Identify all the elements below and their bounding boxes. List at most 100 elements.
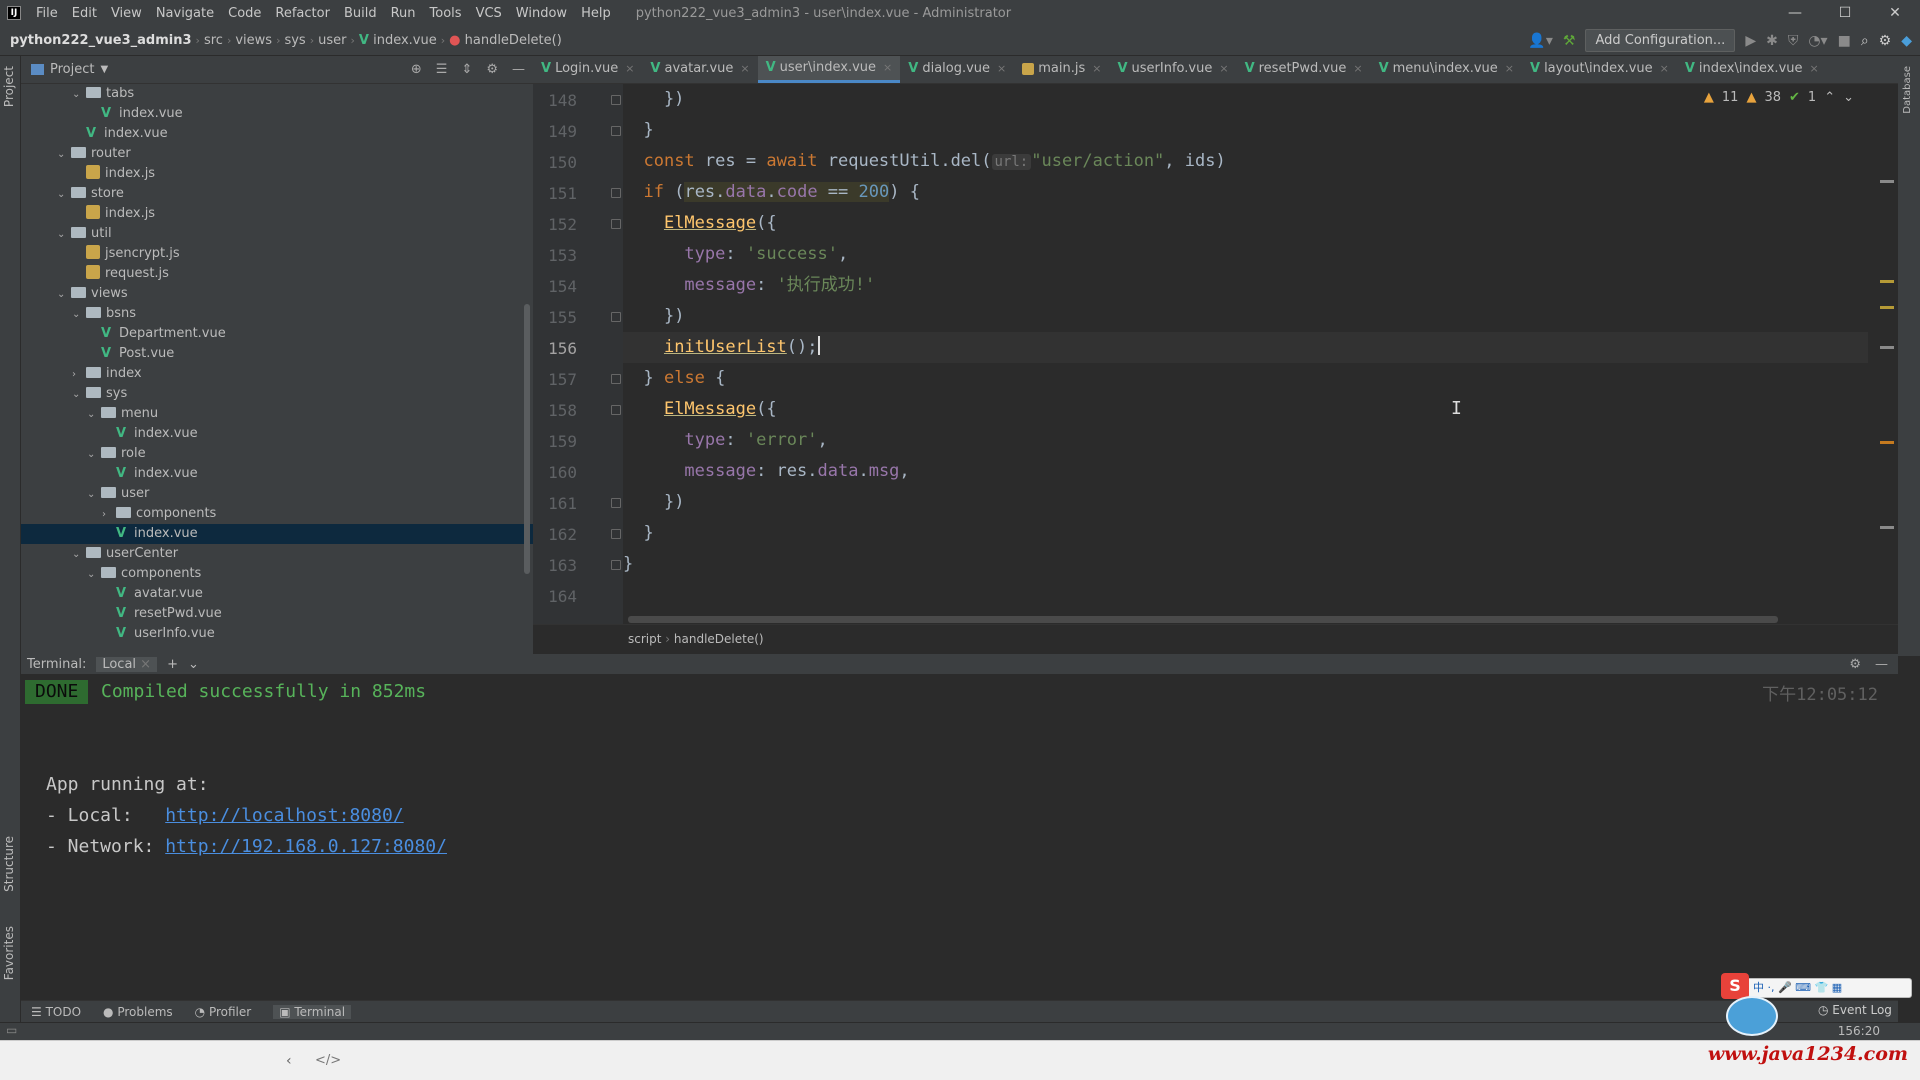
chevron-down-icon[interactable]: ⌄ — [72, 545, 86, 565]
editor-tab[interactable]: VresetPwd.vue × — [1237, 56, 1371, 83]
tree-item[interactable]: ⌄ store — [21, 184, 533, 204]
stop-icon[interactable]: ■ — [1838, 33, 1851, 49]
minimize-icon[interactable]: — — [1770, 0, 1820, 26]
code-view-icon[interactable]: </> — [315, 1053, 341, 1068]
menu-window[interactable]: Window — [509, 6, 574, 21]
fold-marker-icon[interactable] — [611, 95, 621, 105]
run-icon[interactable]: ▶ — [1745, 33, 1756, 49]
locate-icon[interactable]: ⊕ — [411, 62, 422, 77]
fold-marker-icon[interactable] — [611, 405, 621, 415]
gear-icon[interactable]: ⚙ — [1849, 657, 1861, 672]
chevron-down-icon[interactable]: ⌄ — [57, 145, 71, 165]
fold-marker-icon[interactable] — [611, 374, 621, 384]
favorites-tool-window-label[interactable]: Favorites — [2, 926, 16, 980]
profile-icon[interactable]: ◔▾ — [1808, 33, 1827, 49]
close-icon[interactable]: × — [997, 56, 1006, 83]
tree-item[interactable]: ⌄ components — [21, 564, 533, 584]
menu-tools[interactable]: Tools — [423, 6, 469, 21]
editor-tab[interactable]: Vlayout\index.vue × — [1522, 56, 1677, 83]
tree-item[interactable]: › components — [21, 504, 533, 524]
chevron-right-icon[interactable]: › — [72, 365, 86, 385]
code-area[interactable]: }) } const res = await requestUtil.del(u… — [623, 84, 1868, 624]
chevron-down-icon[interactable]: ⌄ — [72, 85, 86, 105]
editor-tab[interactable]: main.js × — [1014, 56, 1109, 83]
editor-tab[interactable]: Vuser\index.vue × — [757, 56, 901, 83]
tree-item[interactable]: ⌄ user — [21, 484, 533, 504]
database-tool-window-label[interactable]: Database — [1902, 66, 1913, 114]
chevron-down-icon[interactable]: ⌄ — [57, 225, 71, 245]
editor-tab[interactable]: V Login.vue × — [533, 56, 642, 83]
close-icon[interactable]: × — [1092, 56, 1101, 83]
breadcrumb-project[interactable]: python222_vue3_admin3 — [0, 33, 196, 48]
chevron-left-icon[interactable]: ‹ — [286, 1053, 292, 1069]
fold-marker-icon[interactable] — [611, 529, 621, 539]
tree-item[interactable]: ⌄ router — [21, 144, 533, 164]
scroll-marker[interactable] — [1880, 180, 1894, 183]
tab-profiler[interactable]: ◔ Profiler — [195, 1005, 252, 1019]
chevron-down-icon[interactable]: ⌄ — [87, 565, 101, 585]
gear-icon[interactable]: ⚙ — [486, 62, 498, 77]
network-url-link[interactable]: http://192.168.0.127:8080/ — [165, 836, 447, 857]
scroll-marker[interactable] — [1880, 306, 1894, 309]
close-icon[interactable]: × — [140, 657, 151, 672]
editor-tab[interactable]: Vavatar.vue × — [642, 56, 757, 83]
debug-icon[interactable]: ✱ — [1766, 33, 1778, 49]
chevron-down-icon[interactable]: ⌄ — [1843, 90, 1854, 105]
close-icon[interactable]: × — [625, 56, 634, 83]
editor-breadcrumb-method[interactable]: handleDelete() — [674, 632, 764, 646]
fold-marker-icon[interactable] — [611, 188, 621, 198]
tree-item[interactable]: VresetPwd.vue — [21, 604, 533, 624]
scroll-marker[interactable] — [1880, 526, 1894, 529]
event-log-button[interactable]: ◷ Event Log — [1818, 1003, 1892, 1017]
tree-item[interactable]: ⌄ menu — [21, 404, 533, 424]
menu-navigate[interactable]: Navigate — [149, 6, 221, 21]
tree-item[interactable]: ⌄ util — [21, 224, 533, 244]
close-icon[interactable]: ✕ — [1870, 0, 1920, 26]
search-icon[interactable]: ⌕ — [1861, 33, 1869, 49]
user-icon[interactable]: 👤▾ — [1528, 33, 1552, 49]
scroll-marker[interactable] — [1880, 441, 1894, 444]
tree-item[interactable]: ⌄ tabs — [21, 84, 533, 104]
editor-tab[interactable]: Vdialog.vue × — [900, 56, 1014, 83]
hide-icon[interactable]: — — [512, 62, 525, 77]
tree-item[interactable]: › index — [21, 364, 533, 384]
chevron-down-icon[interactable]: ⌄ — [57, 285, 71, 305]
plus-icon[interactable]: + — [167, 657, 178, 672]
tab-problems[interactable]: ● Problems — [103, 1005, 173, 1019]
terminal-tab-local[interactable]: Local × — [96, 656, 158, 672]
close-icon[interactable]: × — [1660, 56, 1669, 83]
breadcrumb-user[interactable]: user — [314, 33, 350, 48]
tree-item[interactable]: ⌄ bsns — [21, 304, 533, 324]
menu-refactor[interactable]: Refactor — [268, 6, 337, 21]
chevron-right-icon[interactable]: › — [102, 505, 116, 525]
close-icon[interactable]: × — [1810, 56, 1819, 83]
fold-marker-icon[interactable] — [611, 312, 621, 322]
breadcrumb-method[interactable]: ● handleDelete() — [445, 33, 566, 48]
tree-item[interactable]: VuserInfo.vue — [21, 624, 533, 644]
hide-icon[interactable]: — — [1875, 657, 1888, 672]
tree-item[interactable]: index.js — [21, 164, 533, 184]
project-panel-title[interactable]: Project — [50, 62, 94, 77]
scroll-marker[interactable] — [1880, 280, 1894, 283]
breadcrumb-sys[interactable]: sys — [280, 33, 309, 48]
close-icon[interactable]: × — [1219, 56, 1228, 83]
breadcrumb-file[interactable]: V index.vue — [355, 33, 441, 48]
tree-item[interactable]: index.js — [21, 204, 533, 224]
menu-build[interactable]: Build — [337, 6, 384, 21]
tab-terminal[interactable]: ▣ Terminal — [273, 1004, 352, 1019]
tree-item[interactable]: V Post.vue — [21, 344, 533, 364]
tree-item[interactable]: ⌄ userCenter — [21, 544, 533, 564]
menu-edit[interactable]: Edit — [65, 6, 104, 21]
menu-vcs[interactable]: VCS — [469, 6, 509, 21]
tree-item[interactable]: Vavatar.vue — [21, 584, 533, 604]
inspection-widget[interactable]: ▲ 11 ▲ 38 ✔ 1 ⌃ ⌄ — [1704, 90, 1854, 105]
chevron-down-icon[interactable]: ⌄ — [188, 657, 199, 672]
breadcrumb-src[interactable]: src — [200, 33, 227, 48]
editor-breadcrumb-script[interactable]: script — [628, 632, 661, 646]
chevron-down-icon[interactable]: ⌄ — [87, 405, 101, 425]
toolbox-icon[interactable]: ◆ — [1901, 33, 1912, 49]
close-icon[interactable]: × — [740, 56, 749, 83]
tree-item[interactable]: Vindex.vue — [21, 104, 533, 124]
chevron-down-icon[interactable]: ⌄ — [87, 485, 101, 505]
breadcrumb-views[interactable]: views — [231, 33, 276, 48]
